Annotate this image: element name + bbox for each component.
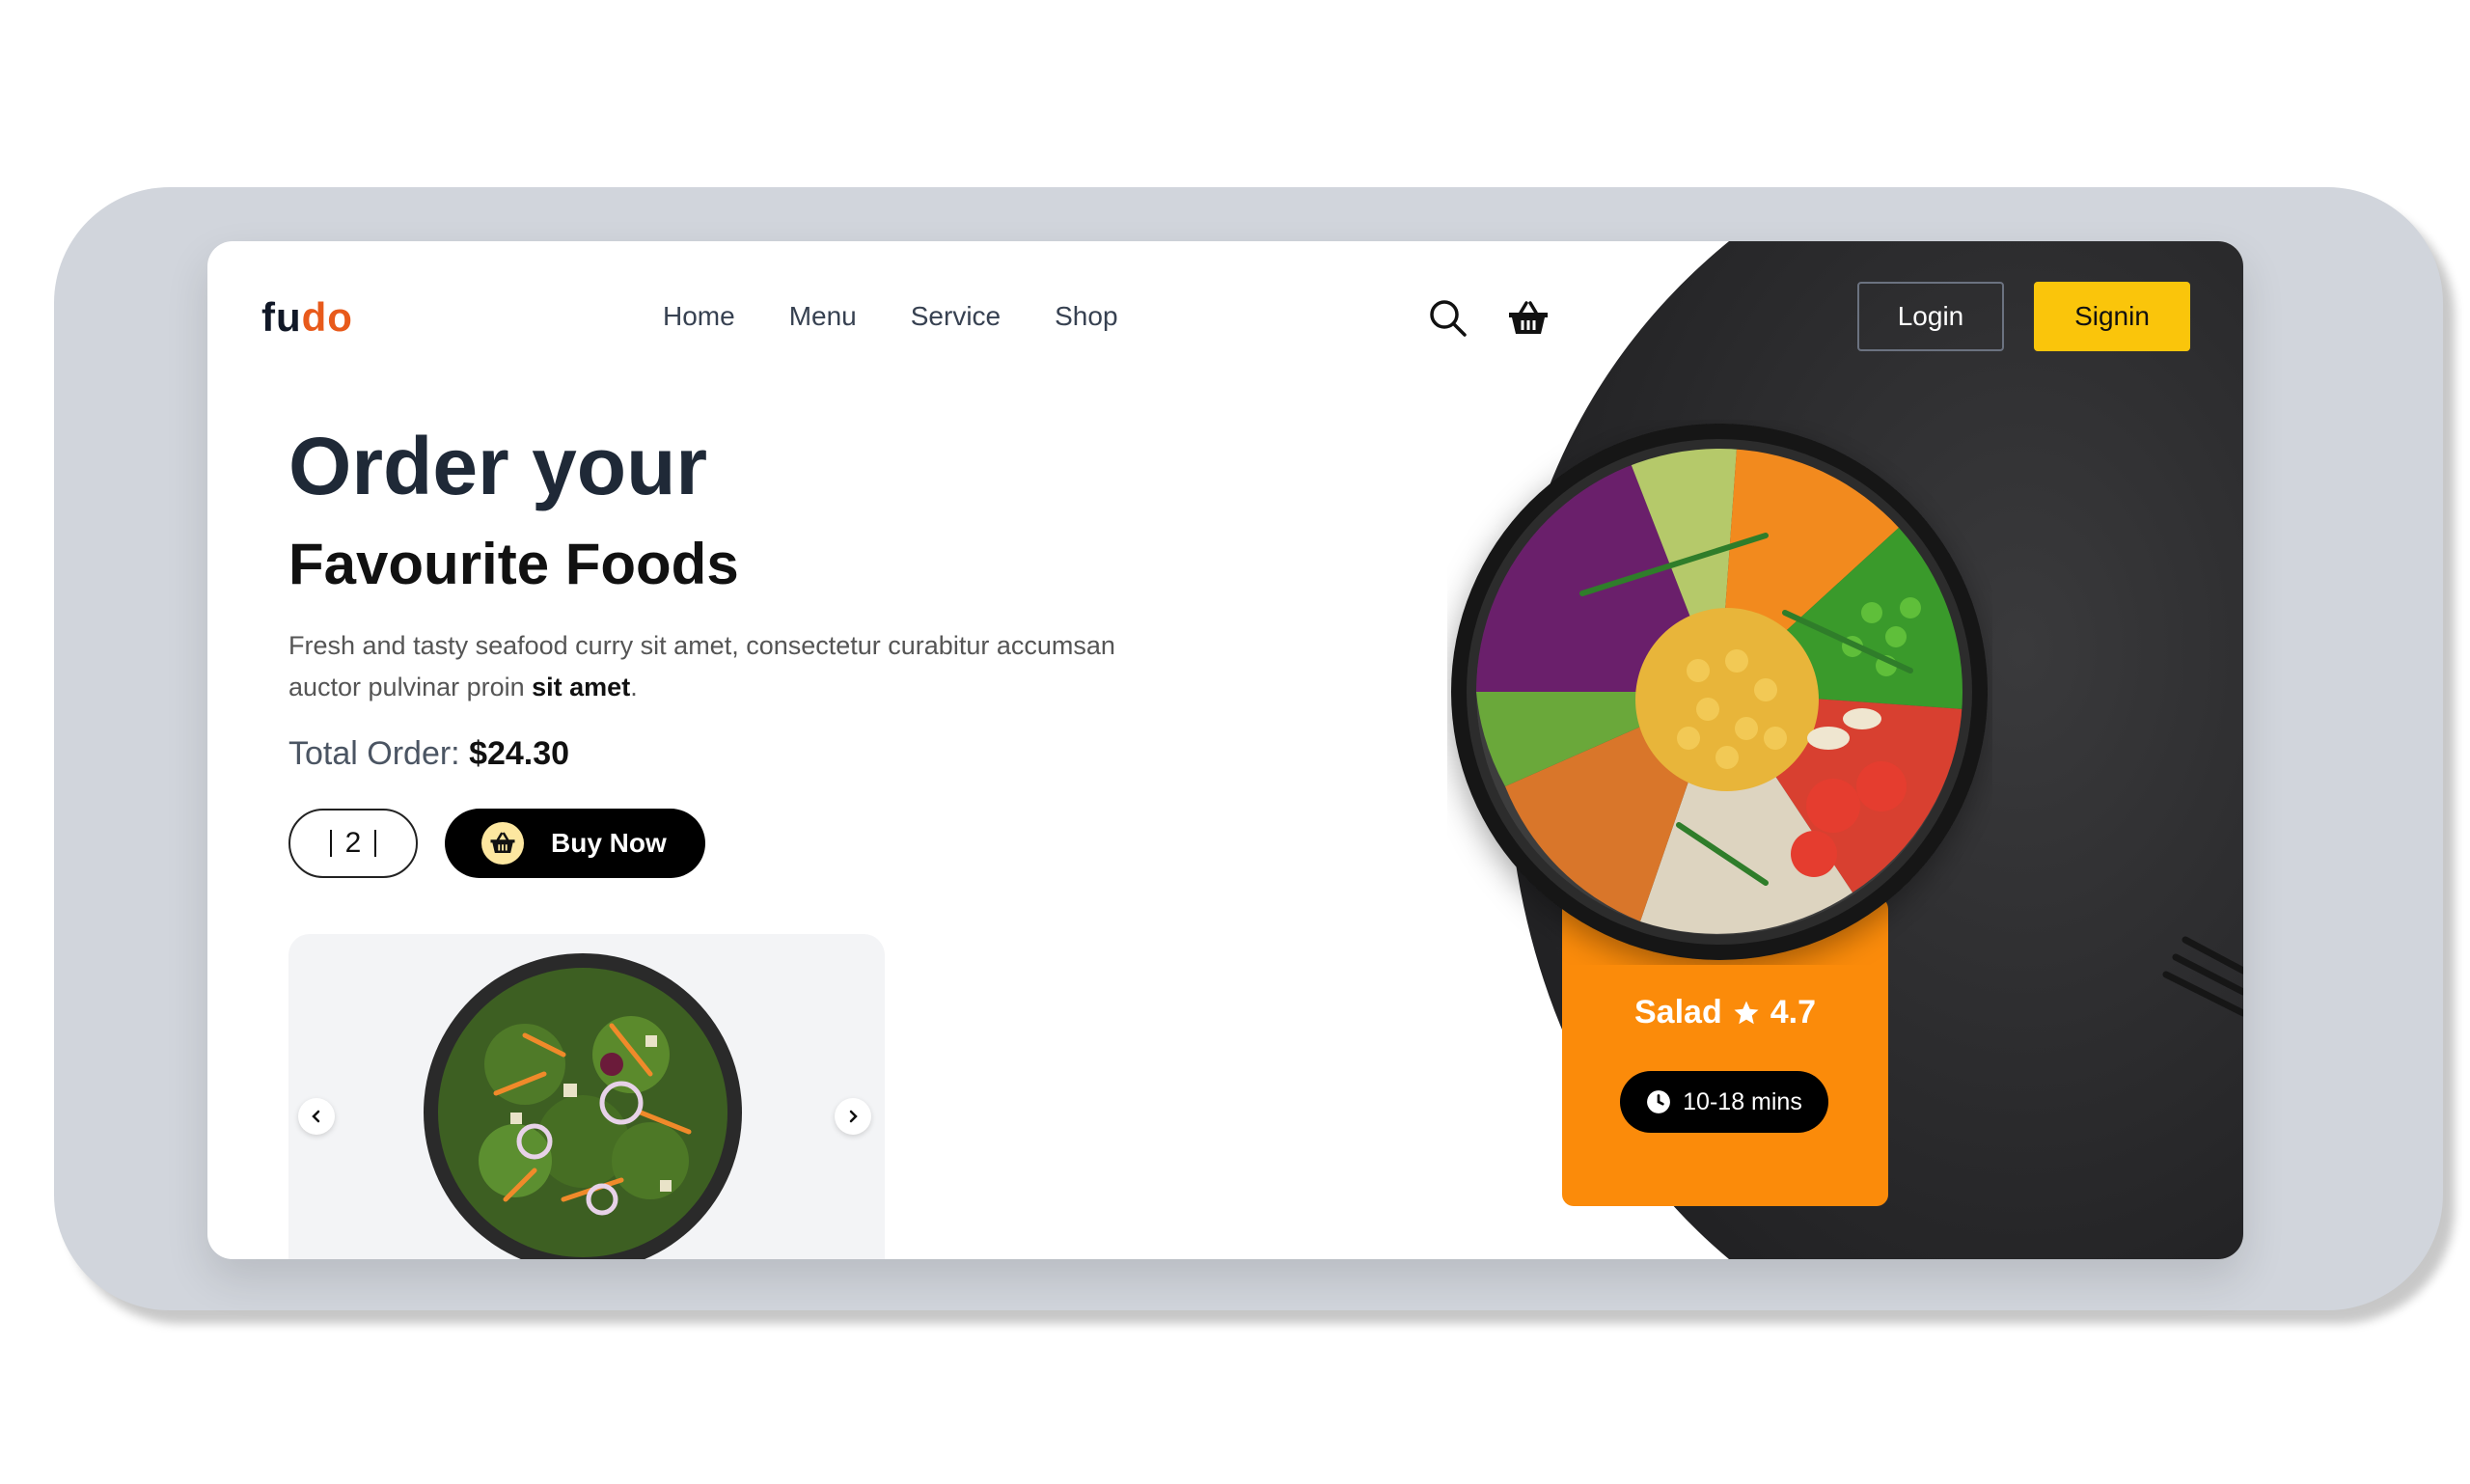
quantity-stepper[interactable]: 2 <box>288 809 418 878</box>
total-order-value: $24.30 <box>469 735 570 772</box>
hero-description: Fresh and tasty seafood curry sit amet, … <box>288 625 1118 708</box>
quantity-value: 2 <box>344 827 362 859</box>
salad-bowl-image <box>1451 424 1988 960</box>
search-icon[interactable] <box>1425 295 1471 342</box>
salad-image <box>424 953 742 1259</box>
buy-now-button[interactable]: Buy Now <box>445 809 705 878</box>
brand-logo[interactable]: fudo <box>261 294 353 341</box>
login-button[interactable]: Login <box>1857 282 2004 351</box>
total-order-label: Total Order: <box>288 735 470 772</box>
star-icon <box>1734 1001 1759 1024</box>
basket-icon <box>481 822 524 865</box>
nav-item-menu[interactable]: Menu <box>789 301 857 332</box>
featured-food-rating: 4.7 <box>1770 994 1816 1031</box>
brand-logo-part2: do <box>301 294 353 340</box>
nav-item-shop[interactable]: Shop <box>1055 301 1117 332</box>
chevron-left-icon <box>312 1110 320 1123</box>
hero-subtitle: Favourite Foods <box>288 532 739 596</box>
quantity-increase-handle[interactable] <box>374 830 377 857</box>
signin-button[interactable]: Signin <box>2034 282 2190 351</box>
delivery-time-badge: 10-18 mins <box>1620 1071 1828 1133</box>
carousel-prev-button[interactable] <box>298 1098 335 1135</box>
clock-icon <box>1647 1090 1671 1113</box>
hero-description-text: Fresh and tasty seafood curry sit amet, … <box>288 631 1115 701</box>
landing-page-card: fudo Home Menu Service Shop Login Signin… <box>207 241 2243 1259</box>
nav-item-home[interactable]: Home <box>663 301 735 332</box>
featured-food-name: Salad <box>1634 994 1722 1031</box>
main-nav: Home Menu Service Shop <box>663 301 1118 332</box>
food-carousel <box>288 934 885 1259</box>
chevron-right-icon <box>849 1110 858 1123</box>
nav-item-service[interactable]: Service <box>911 301 1001 332</box>
hero-description-bold: sit amet <box>532 673 631 701</box>
basket-icon[interactable] <box>1505 295 1551 342</box>
total-order: Total Order: $24.30 <box>288 735 569 773</box>
carousel-next-button[interactable] <box>835 1098 871 1135</box>
buy-now-label: Buy Now <box>551 828 667 858</box>
brand-logo-part1: fu <box>261 294 302 340</box>
salad-olive <box>600 1053 623 1076</box>
hero-description-end: . <box>630 673 638 701</box>
delivery-time-text: 10-18 mins <box>1683 1087 1802 1115</box>
featured-food-title: Salad 4.7 <box>1562 994 1888 1031</box>
quantity-decrease-handle[interactable] <box>329 830 332 857</box>
hero-title: Order your <box>288 421 708 511</box>
